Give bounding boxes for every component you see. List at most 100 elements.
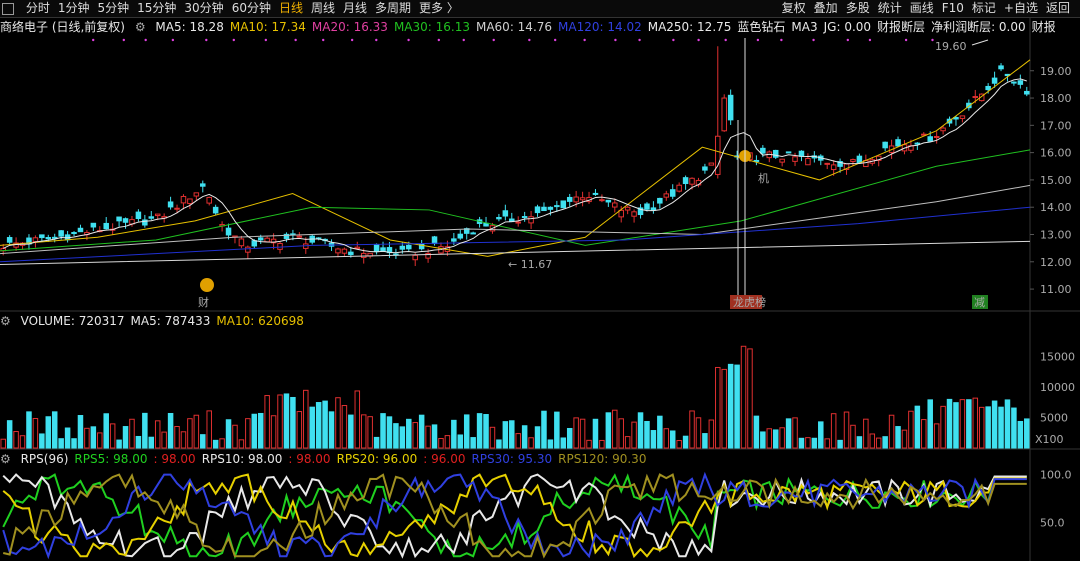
volume-bar-154 <box>991 400 998 449</box>
volume-bar-49 <box>315 402 322 449</box>
volume-bar-85 <box>547 439 554 449</box>
rps-settings-icon[interactable]: ⚙ <box>0 452 11 466</box>
candle-body-89 <box>573 196 579 203</box>
candle-body-158 <box>1017 80 1024 85</box>
volume-bar-40 <box>257 412 264 449</box>
volume-bar-126 <box>811 437 818 449</box>
candle-body-64 <box>412 254 418 261</box>
volume-bar-139 <box>895 426 901 449</box>
volume-bar-26 <box>167 412 174 449</box>
candle-body-14 <box>90 222 97 228</box>
ma-line-ma120 <box>0 206 1031 263</box>
volume-bar-7 <box>45 416 52 449</box>
candle-body-113 <box>727 94 734 121</box>
candle-body-52 <box>335 248 341 254</box>
volume-bar-6 <box>39 433 45 449</box>
signal-dot-13 <box>462 38 465 42</box>
volume-tick-label-0: 5000 <box>1040 411 1068 424</box>
signal-dot-22 <box>724 38 727 42</box>
volume-bar-62 <box>399 426 406 449</box>
volume-bar-92 <box>592 418 599 449</box>
volume-tick-label-1: 10000 <box>1040 381 1075 394</box>
signal-dot-7 <box>294 38 297 42</box>
signal-dot-27 <box>868 38 872 42</box>
volume-bar-29 <box>187 418 193 449</box>
volume-bar-18 <box>116 439 122 449</box>
candle-body-120 <box>772 149 779 158</box>
candle-body-23 <box>148 216 155 219</box>
volume-bar-27 <box>174 426 180 449</box>
candle-body-132 <box>850 159 856 162</box>
rps-legend: ⚙ RPS(96) RPS5: 98.00: 98.00 RPS10: 98.00:… <box>0 451 652 467</box>
candle-body-94 <box>605 199 612 203</box>
candle-body-137 <box>882 141 888 149</box>
volume-bar-155 <box>998 406 1004 449</box>
candle-body-149 <box>959 115 966 119</box>
volume-bar-24 <box>154 420 161 449</box>
volume-bar-8 <box>51 411 58 449</box>
signal-dot-4 <box>205 38 208 42</box>
volume-bar-67 <box>431 424 438 449</box>
rps-legend-item-4: : 98.00 <box>288 452 331 466</box>
volume-bar-61 <box>393 423 399 449</box>
candle-body-128 <box>824 162 830 165</box>
candle-body-38 <box>245 246 251 253</box>
candle-body-80 <box>515 221 521 224</box>
volume-legend: ⚙ VOLUME: 720317 MA5: 787433 MA10: 620698 <box>0 313 310 329</box>
candle-body-85 <box>547 206 554 210</box>
volume-bar-122 <box>785 418 792 449</box>
volume-bar-95 <box>612 409 618 449</box>
signal-dot-25 <box>812 38 815 42</box>
volume-bar-1 <box>6 420 13 449</box>
volume-bar-99 <box>637 412 644 449</box>
candle-body-9 <box>58 230 64 237</box>
signal-dot-26 <box>846 38 850 42</box>
candle-body-145 <box>933 135 940 138</box>
candle-body-24 <box>154 213 161 217</box>
candle-body-100 <box>644 203 650 210</box>
candle-body-151 <box>972 96 979 99</box>
volume-bar-21 <box>135 435 142 449</box>
candle-body-16 <box>103 222 109 230</box>
candle-body-30 <box>193 192 200 197</box>
volume-bar-41 <box>264 395 270 449</box>
candle-body-110 <box>708 162 715 166</box>
volume-bar-115 <box>740 345 747 449</box>
volume-bar-86 <box>554 411 560 449</box>
price-tick-label-2: 13.00 <box>1040 229 1072 242</box>
chart-canvas[interactable]: 11.00 12.00 13.00 14.00 15.00 16.00 17.00 18.00… <box>0 0 1080 561</box>
price-tick-label-6: 17.00 <box>1040 119 1072 132</box>
volume-bar-90 <box>579 418 586 449</box>
rps-legend-item-2: : 98.00 <box>153 452 196 466</box>
volume-bar-17 <box>109 423 116 449</box>
candle-body-46 <box>296 235 303 238</box>
volume-bar-121 <box>779 427 785 449</box>
candle-body-88 <box>566 196 573 202</box>
volume-bar-144 <box>927 399 933 449</box>
candle-body-142 <box>914 142 921 145</box>
volume-bar-54 <box>348 414 354 449</box>
candle-body-124 <box>798 150 805 157</box>
volume-bar-73 <box>470 437 476 449</box>
signal-dot-28 <box>904 38 908 42</box>
volume-bar-132 <box>850 424 856 449</box>
volume-bar-100 <box>644 420 650 449</box>
candle-body-155 <box>998 65 1004 70</box>
volume-bar-88 <box>566 427 573 449</box>
candle-body-67 <box>431 236 438 245</box>
volume-bar-94 <box>605 412 612 449</box>
volume-settings-icon[interactable]: ⚙ <box>0 314 11 328</box>
candle-body-55 <box>354 246 361 249</box>
volume-bar-116 <box>747 348 753 449</box>
volume-bar-12 <box>77 415 84 449</box>
volume-bar-102 <box>657 415 663 449</box>
signal-dot-20 <box>672 38 675 42</box>
rps-legend-item-8: RPS120: 90.30 <box>558 452 647 466</box>
candle-body-40 <box>257 237 264 241</box>
volume-bar-125 <box>805 437 811 449</box>
volume-bar-127 <box>818 421 824 449</box>
volume-bar-0 <box>0 438 6 449</box>
candle-body-104 <box>669 189 676 197</box>
volume-bar-104 <box>669 430 676 449</box>
candle-body-139 <box>895 139 901 147</box>
